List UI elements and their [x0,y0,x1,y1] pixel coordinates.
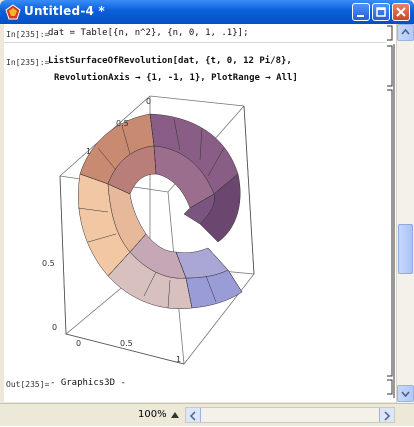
output-cell[interactable]: - Graphics3D - [50,378,126,388]
zoom-menu-icon[interactable] [170,410,182,420]
tick-top-05: 0.5 [116,119,129,128]
cell-label-out: Out[235]= [6,380,50,389]
minimize-button[interactable] [352,3,370,21]
close-button[interactable] [392,3,410,21]
notebook-window: Untitled-4 * In[235]:= dat = Table[{n, n… [0,0,414,426]
status-bar: 100% [0,403,414,426]
tick-bottom-1: 1 [176,355,181,364]
arrow-up-icon [401,28,410,35]
tick-bottom-0: 0 [76,339,81,348]
maximize-button[interactable] [372,3,390,21]
close-icon [396,7,406,17]
tick-left-1: 1 [86,147,91,156]
scroll-right-button[interactable] [379,408,394,422]
vertical-scrollbar[interactable] [396,24,414,403]
cell-brackets[interactable] [386,24,396,402]
mathematica-icon [5,4,21,20]
scroll-down-button[interactable] [397,385,414,402]
surface-plot[interactable]: 0 0.5 1 0.5 0 0 0.5 1 [4,24,386,402]
horizontal-scrollbar[interactable] [185,407,395,423]
maximize-icon [376,7,386,17]
tick-bottom-05: 0.5 [120,339,133,348]
notebook-content[interactable]: In[235]:= dat = Table[{n, n^2}, {n, 0, 1… [4,24,386,402]
arrow-left-icon [189,411,196,421]
title-bar[interactable]: Untitled-4 * [0,0,414,24]
scroll-thumb[interactable] [398,224,413,274]
cell-bracket-lines [387,25,395,398]
tick-left-05: 0.5 [42,259,55,268]
scroll-up-button[interactable] [397,24,414,41]
scroll-left-button[interactable] [186,408,201,422]
surface-mesh [77,113,243,309]
zoom-level: 100% [138,409,167,420]
minimize-icon [357,15,364,17]
arrow-down-icon [401,391,410,398]
tick-left-0: 0 [52,323,57,332]
tick-top-0: 0 [146,97,151,106]
arrow-right-icon [384,411,391,421]
window-title: Untitled-4 * [24,4,105,18]
